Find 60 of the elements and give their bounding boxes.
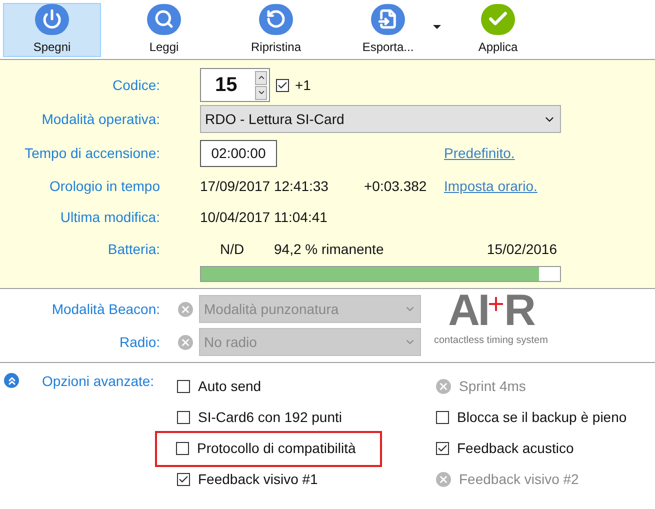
code-spinner[interactable]: 15 <box>200 68 270 102</box>
dropdown-caret-icon[interactable] <box>433 24 441 28</box>
checkbox[interactable] <box>176 442 189 455</box>
logo-tagline: contactless timing system <box>434 334 548 348</box>
toolbar-button[interactable]: Spegni <box>3 2 101 56</box>
battery-voltage: N/D <box>219 240 246 259</box>
modified-value: 10/04/2017 11:04:41 <box>200 208 328 227</box>
option-label: Sprint 4ms <box>459 377 526 396</box>
checkbox[interactable] <box>436 411 449 424</box>
unavailable-icon <box>436 379 451 394</box>
battery-date: 15/02/2016 <box>486 240 558 259</box>
spin-down-button[interactable] <box>255 86 267 100</box>
spin-up-button[interactable] <box>255 70 267 84</box>
on-time-field[interactable]: 02:00:00 <box>200 140 277 166</box>
checkbox[interactable] <box>177 380 190 393</box>
toolbar-button[interactable]: Esporta... <box>339 2 437 56</box>
toolbar-button[interactable]: Leggi <box>115 2 213 56</box>
collapse-icon[interactable] <box>4 373 19 388</box>
option-label: Protocollo di compatibilità <box>197 439 356 458</box>
option-label: Feedback acustico <box>457 439 574 458</box>
option-label: SI-Card6 con 192 punti <box>198 408 342 427</box>
unavailable-icon <box>436 472 451 487</box>
default-link[interactable]: Predefinito. <box>444 142 515 164</box>
battery-remaining: 94,2 % rimanente <box>274 240 385 259</box>
clock-offset: +0:03.382 <box>364 177 428 196</box>
toolbar-button[interactable]: Applica <box>449 2 547 56</box>
checkbox[interactable] <box>436 442 449 455</box>
export-icon <box>371 4 405 34</box>
restore-icon <box>259 4 293 34</box>
checkbox[interactable] <box>177 473 190 486</box>
field-label: Orologio in tempo <box>49 177 160 196</box>
field-label: Modalità Beacon: <box>52 300 160 318</box>
field-label: Batteria: <box>108 240 160 259</box>
option-label: Feedback visivo #2 <box>459 470 579 489</box>
field-label: Modalità operativa: <box>42 110 160 129</box>
plus-icon <box>489 297 504 311</box>
option-label: Feedback visivo #1 <box>198 470 318 489</box>
field-label: Ultima modifica: <box>60 208 160 227</box>
check-icon <box>481 4 515 34</box>
toolbar-button[interactable]: Ripristina <box>227 2 325 56</box>
checkbox-label: +1 <box>295 76 311 94</box>
logo-wordmark: R <box>504 289 534 333</box>
mode-dropdown[interactable]: RDO - Lettura SI-Card <box>200 105 561 133</box>
field-label: Codice: <box>112 76 160 94</box>
set-time-link[interactable]: Imposta orario. <box>444 176 538 197</box>
clock-value: 17/09/2017 12:41:33 <box>200 177 330 196</box>
power-icon <box>35 4 69 34</box>
chevron-up-icon <box>256 73 266 82</box>
unavailable-icon <box>178 334 193 350</box>
option-label: Auto send <box>198 377 262 396</box>
field-label: Opzioni avanzate: <box>42 372 154 391</box>
field-label: Tempo di accensione: <box>24 144 160 163</box>
logo-wordmark: AI <box>448 289 488 333</box>
unavailable-icon <box>178 302 193 316</box>
checkbox[interactable] <box>276 78 289 92</box>
checkbox[interactable] <box>177 411 190 424</box>
search-icon <box>147 4 181 34</box>
field-label: Radio: <box>120 332 160 352</box>
option-label: Blocca se il backup è pieno <box>457 408 627 427</box>
chevron-down-icon <box>256 88 266 97</box>
